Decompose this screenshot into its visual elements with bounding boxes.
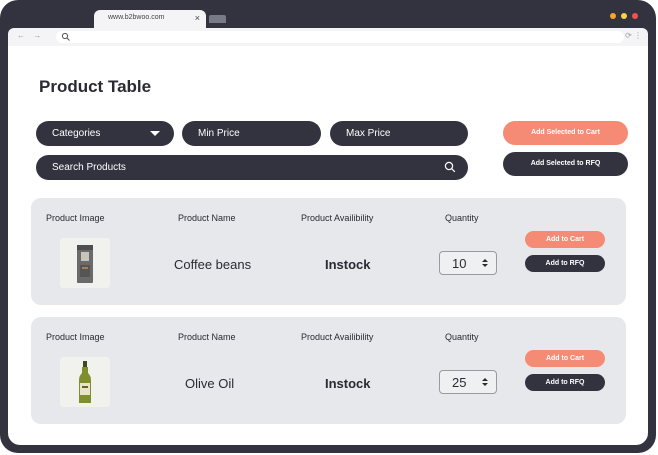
add-to-rfq-button[interactable]: Add to RFQ <box>525 374 605 391</box>
add-selected-to-cart-button[interactable]: Add Selected to Cart <box>503 121 628 145</box>
tab-url: www.b2bwoo.com <box>108 14 165 21</box>
page-title: Product Table <box>39 77 152 96</box>
col-header-availability: Product Availibility <box>301 213 374 223</box>
stepper-arrows-icon[interactable] <box>482 257 488 269</box>
search-icon <box>61 32 70 41</box>
product-name: Coffee beans <box>174 257 252 272</box>
max-price-placeholder: Max Price <box>346 128 391 139</box>
nav-arrows-icon[interactable]: ← → <box>17 31 44 40</box>
window-dot-icon[interactable] <box>632 13 638 19</box>
browser-toolbar: ← → ⟳ ⋮ <box>8 28 648 46</box>
product-image[interactable] <box>60 238 110 288</box>
page-viewport: Product Table Categories Min Price Max P… <box>8 46 648 445</box>
tab-close-icon[interactable]: × <box>195 13 200 23</box>
product-availability: Instock <box>325 257 371 272</box>
col-header-name: Product Name <box>178 332 236 342</box>
product-row: Product Image Product Name Product Avail… <box>31 317 626 424</box>
new-tab-button[interactable] <box>209 15 226 23</box>
min-price-field[interactable]: Min Price <box>182 121 321 146</box>
col-header-name: Product Name <box>178 213 236 223</box>
product-image[interactable] <box>60 357 110 407</box>
product-name: Olive Oil <box>185 376 235 391</box>
quantity-stepper[interactable]: 10 <box>439 251 497 275</box>
address-bar[interactable] <box>56 31 624 43</box>
stepper-arrows-icon[interactable] <box>482 376 488 388</box>
col-header-image: Product Image <box>46 213 105 223</box>
search-input[interactable]: Search Products <box>36 155 468 180</box>
col-header-availability: Product Availibility <box>301 332 374 342</box>
quantity-value: 10 <box>452 256 467 271</box>
add-selected-to-rfq-button[interactable]: Add Selected to RFQ <box>503 152 628 176</box>
browser-frame: www.b2bwoo.com × ← → ⟳ ⋮ Product Table C… <box>0 0 656 453</box>
window-dot-icon[interactable] <box>610 13 616 19</box>
product-row: Product Image Product Name Product Avail… <box>31 198 626 305</box>
search-icon[interactable] <box>444 161 456 173</box>
browser-menu-icons[interactable]: ⟳ ⋮ <box>625 31 642 40</box>
col-header-quantity: Quantity <box>445 332 479 342</box>
add-to-cart-button[interactable]: Add to Cart <box>525 350 605 367</box>
olive-oil-bottle-icon <box>79 361 91 403</box>
quantity-stepper[interactable]: 25 <box>439 370 497 394</box>
product-availability: Instock <box>325 376 371 391</box>
add-to-rfq-button[interactable]: Add to RFQ <box>525 255 605 272</box>
window-controls <box>610 13 638 19</box>
add-to-cart-button[interactable]: Add to Cart <box>525 231 605 248</box>
chevron-down-icon <box>150 131 160 136</box>
col-header-quantity: Quantity <box>445 213 479 223</box>
quantity-value: 25 <box>452 375 467 390</box>
categories-label: Categories <box>52 128 101 139</box>
categories-dropdown[interactable]: Categories <box>36 121 174 146</box>
browser-tab[interactable]: www.b2bwoo.com × <box>94 10 206 28</box>
max-price-field[interactable]: Max Price <box>330 121 468 146</box>
min-price-placeholder: Min Price <box>198 128 240 139</box>
window-dot-icon[interactable] <box>621 13 627 19</box>
coffee-bag-icon <box>77 245 93 283</box>
col-header-image: Product Image <box>46 332 105 342</box>
search-placeholder: Search Products <box>52 162 126 173</box>
